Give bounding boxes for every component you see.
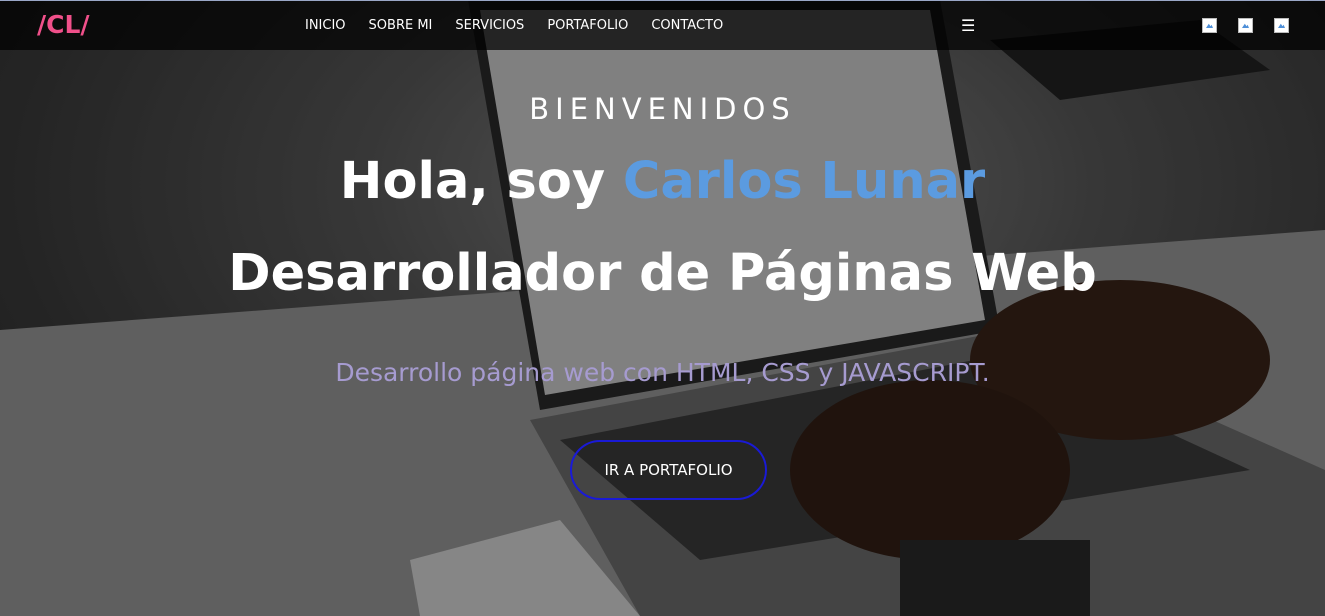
portfolio-button[interactable]: IR A PORTAFOLIO [570, 440, 767, 500]
greeting-prefix: Hola, soy [339, 152, 623, 211]
nav-link-sobre-mi[interactable]: SOBRE MI [369, 18, 433, 33]
social-broken-image-icon[interactable] [1238, 18, 1253, 33]
social-broken-image-icon[interactable] [1274, 18, 1289, 33]
hamburger-icon[interactable]: ☰ [961, 16, 975, 35]
nav-link-servicios[interactable]: SERVICIOS [455, 18, 524, 33]
social-broken-image-icon[interactable] [1202, 18, 1217, 33]
logo[interactable]: /CL/ [37, 10, 90, 39]
name-highlight: Carlos Lunar [622, 152, 986, 211]
navbar: /CL/ INICIO SOBRE MI SERVICIOS PORTAFOLI… [0, 0, 1325, 50]
nav-link-inicio[interactable]: INICIO [305, 18, 346, 33]
nav-link-portafolio[interactable]: PORTAFOLIO [547, 18, 628, 33]
role-heading: Desarrollador de Páginas Web [228, 244, 1097, 303]
nav-link-contacto[interactable]: CONTACTO [651, 18, 723, 33]
greeting-heading: Hola, soy Carlos Lunar [0, 152, 1325, 211]
hero-section: /CL/ INICIO SOBRE MI SERVICIOS PORTAFOLI… [0, 0, 1325, 616]
nav-links: INICIO SOBRE MI SERVICIOS PORTAFOLIO CON… [305, 18, 746, 33]
tagline: Desarrollo página web con HTML, CSS y JA… [335, 358, 990, 387]
welcome-heading: BIENVENIDOS [529, 92, 796, 126]
